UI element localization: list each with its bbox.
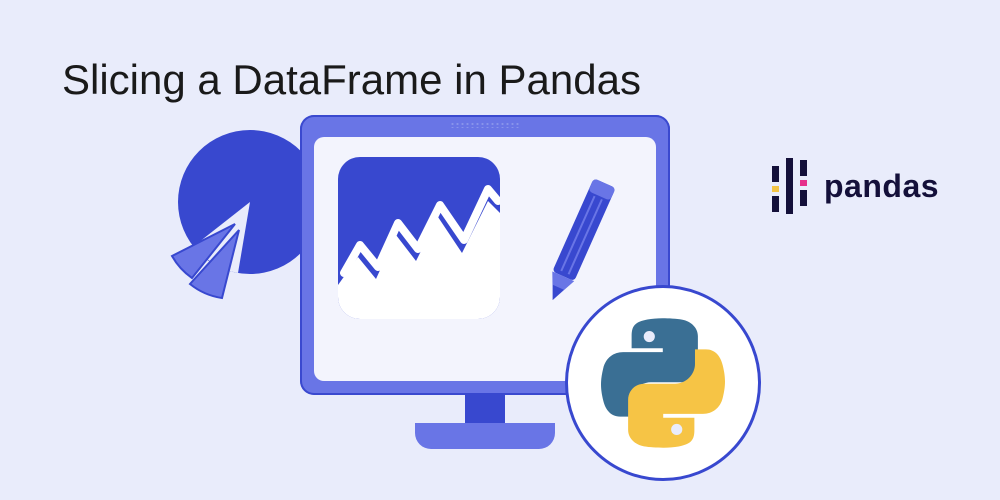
python-logo-icon bbox=[565, 285, 761, 481]
pandas-wordmark: pandas bbox=[824, 168, 939, 205]
line-chart-icon bbox=[338, 157, 500, 319]
pandas-mark-icon bbox=[770, 158, 810, 214]
page-title: Slicing a DataFrame in Pandas bbox=[62, 56, 641, 104]
pandas-logo: pandas bbox=[770, 158, 939, 214]
